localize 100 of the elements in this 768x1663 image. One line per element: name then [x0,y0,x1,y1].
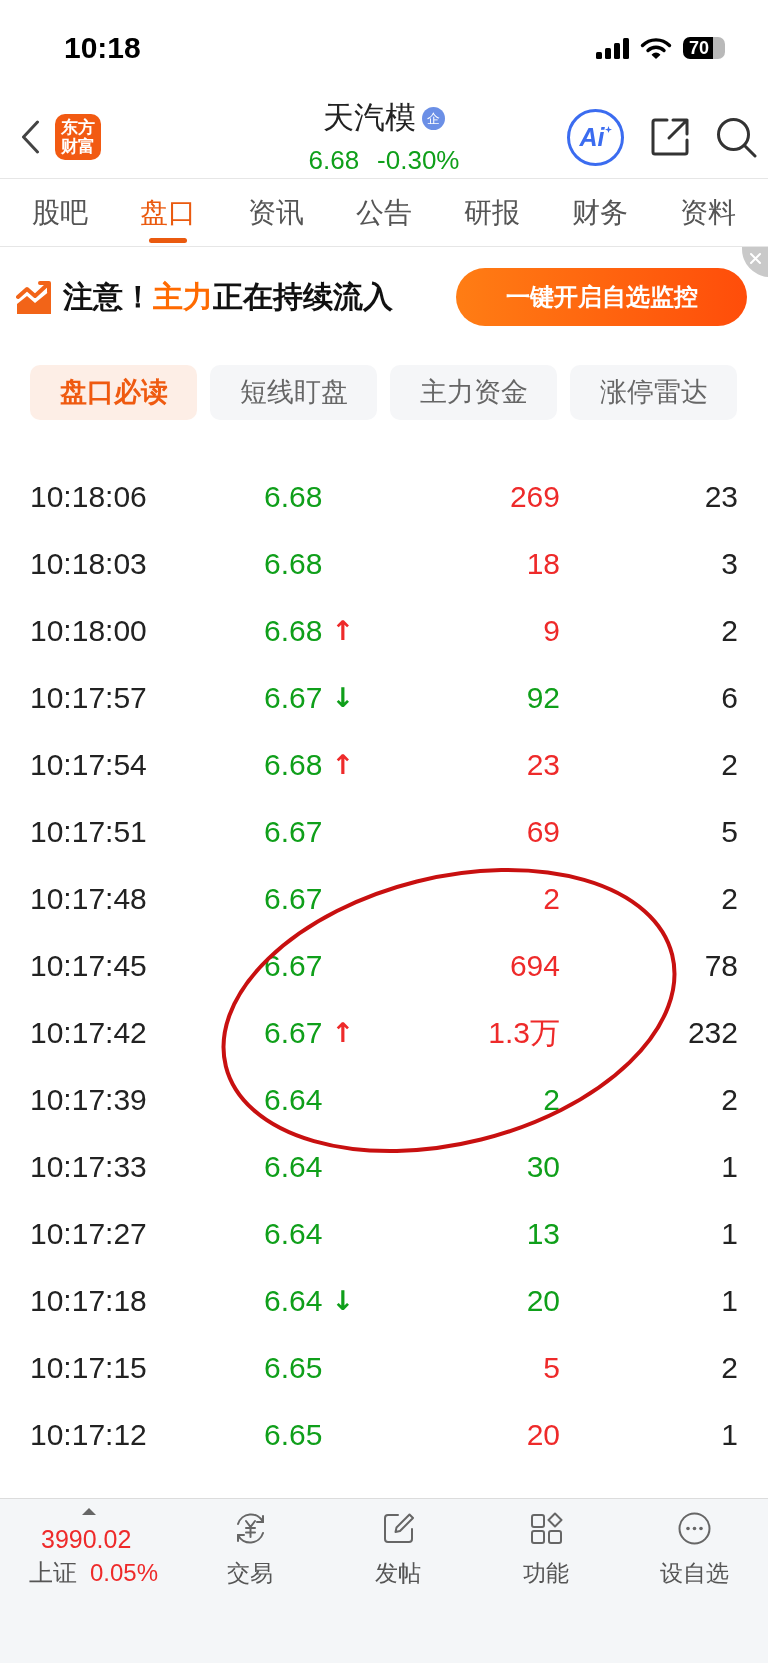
trade-count: 3 [721,545,738,582]
signal-icon [596,37,629,59]
trade-count: 23 [704,478,738,515]
post-button[interactable]: 发帖 [324,1499,472,1588]
alert-message: 注意！主力正在持续流入 [63,279,393,315]
trend-arrow: ↓ [331,1285,354,1316]
trade-count: 6 [721,679,738,716]
nav-tab[interactable]: 研报 [464,179,520,246]
ai-button[interactable]: Ai [567,108,624,166]
trade-count: 2 [721,746,738,783]
index-change: 0.05% [90,1558,159,1588]
trade-price: 6.64 [264,1215,323,1252]
trade-count: 1 [721,1416,738,1453]
trade-volume: 1.3万 [488,1014,560,1051]
trade-price: 6.64 [264,1148,323,1185]
functions-button[interactable]: 功能 [472,1499,620,1588]
status-time: 10:18 [64,33,141,63]
trade-price: 6.67 [264,947,323,984]
trade-time: 10:18:03 [30,545,148,582]
trade-time: 10:18:00 [30,612,148,649]
trade-price: 6.68 [264,612,323,649]
trade-time: 10:17:57 [30,679,148,716]
trade-volume: 9 [543,612,560,649]
trade-time: 10:17:51 [30,813,148,850]
trade-volume: 269 [509,478,560,515]
index-value: 3990.02 [41,1524,132,1554]
trade-price: 6.67 [264,813,323,850]
trade-time: 10:17:42 [30,1014,148,1051]
trade-count: 2 [721,1081,738,1118]
trade-time: 10:17:54 [30,746,148,783]
battery-indicator: 70 [683,37,725,59]
edit-icon [381,1512,415,1545]
nav-tab[interactable]: 盘口 [140,179,196,246]
trade-volume: 2 [543,1081,560,1118]
caret-up-icon [82,1508,96,1515]
trade-volume: 18 [526,545,560,582]
trade-volume: 5 [543,1349,560,1386]
filter-chip[interactable]: 主力资金 [390,365,557,420]
grid-icon [529,1512,563,1545]
trade-volume: 92 [526,679,560,716]
trade-volume: 20 [526,1416,560,1453]
trade-price: 6.65 [264,1416,323,1453]
trade-time: 10:17:39 [30,1081,148,1118]
trend-arrow: ↑ [331,615,354,646]
trade-time: 10:17:48 [30,880,148,917]
trade-volume: 13 [526,1215,560,1252]
trade-price: 6.68 [264,478,323,515]
nav-tab[interactable]: 股吧 [32,179,88,246]
price-change: -0.30% [377,145,460,175]
trade-volume: 69 [526,813,560,850]
add-watchlist-button[interactable]: 设自选 [620,1499,768,1588]
share-icon[interactable] [650,117,690,157]
trade-time: 10:17:27 [30,1215,148,1252]
trend-arrow: ↓ [331,682,354,713]
trade-count: 232 [687,1014,738,1051]
trade-time: 10:17:33 [30,1148,148,1185]
trade-volume: 694 [509,947,560,984]
nav-tab[interactable]: 资料 [680,179,736,246]
nav-tab[interactable]: 资讯 [248,179,304,246]
trade-count: 1 [721,1282,738,1319]
wifi-icon [640,37,672,59]
trade-price: 6.67 [264,1014,323,1051]
trade-count: 5 [721,813,738,850]
trade-time: 10:17:12 [30,1416,148,1453]
trade-price: 6.68 [264,545,323,582]
trade-count: 78 [704,947,738,984]
trade-volume: 20 [526,1282,560,1319]
trade-time: 10:17:45 [30,947,148,984]
trade-price: 6.67 [264,880,323,917]
sparkle-icon [604,125,612,133]
filter-chip[interactable]: 涨停雷达 [570,365,737,420]
trade-volume: 2 [543,880,560,917]
trade-price: 6.64 [264,1081,323,1118]
filter-chip[interactable]: 短线盯盘 [210,365,377,420]
back-icon[interactable] [21,120,40,154]
trade-count: 2 [721,1349,738,1386]
stock-price: 6.68 [308,145,360,175]
trade-count: 1 [721,1215,738,1252]
trade-volume: 30 [526,1148,560,1185]
trade-price: 6.64 [264,1282,323,1319]
trend-arrow: ↑ [331,1017,354,1048]
company-badge: 企 [422,106,445,130]
index-name: 上证 [29,1558,77,1588]
trade-volume: 23 [526,746,560,783]
stock-name: 天汽模 [323,100,416,136]
trade-price: 6.68 [264,746,323,783]
trade-button[interactable]: 交易 [176,1499,324,1588]
trade-count: 2 [721,880,738,917]
trade-time: 10:17:18 [30,1282,148,1319]
trade-time: 10:18:06 [30,478,148,515]
trade-count: 2 [721,612,738,649]
app-logo: 东方 财富 [55,114,101,160]
trade-time: 10:17:15 [30,1349,148,1386]
search-icon[interactable] [716,116,757,158]
nav-tab[interactable]: 公告 [356,179,412,246]
trade-count: 1 [721,1148,738,1185]
trade-price: 6.67 [264,679,323,716]
ellipsis-icon [677,1512,711,1545]
trend-chart-icon [16,279,52,315]
nav-tab[interactable]: 财务 [572,179,628,246]
